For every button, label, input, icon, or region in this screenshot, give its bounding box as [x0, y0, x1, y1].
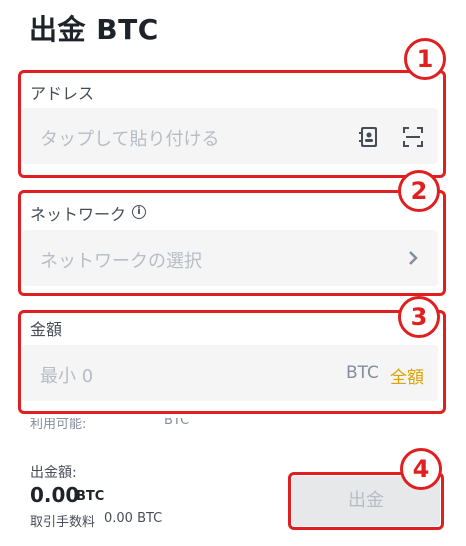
annotation-box-address: [18, 70, 446, 178]
page-title: 出金 BTC: [29, 13, 159, 46]
marker-1: 1: [404, 38, 446, 80]
withdraw-amount-value: 0.00: [30, 483, 80, 507]
marker-2: 2: [398, 170, 440, 212]
fee-value: 0.00 BTC: [104, 511, 163, 526]
available-label: 利用可能:: [30, 417, 87, 432]
withdraw-amount-unit: BTC: [76, 489, 105, 504]
annotation-box-amount: [18, 310, 446, 414]
withdraw-amount-label: 出金額:: [30, 465, 77, 481]
marker-4: 4: [400, 448, 442, 490]
available-unit: BTC: [164, 413, 190, 428]
fee-label: 取引手数料: [30, 515, 96, 530]
annotation-box-network: [18, 190, 446, 296]
marker-3: 3: [398, 296, 440, 338]
